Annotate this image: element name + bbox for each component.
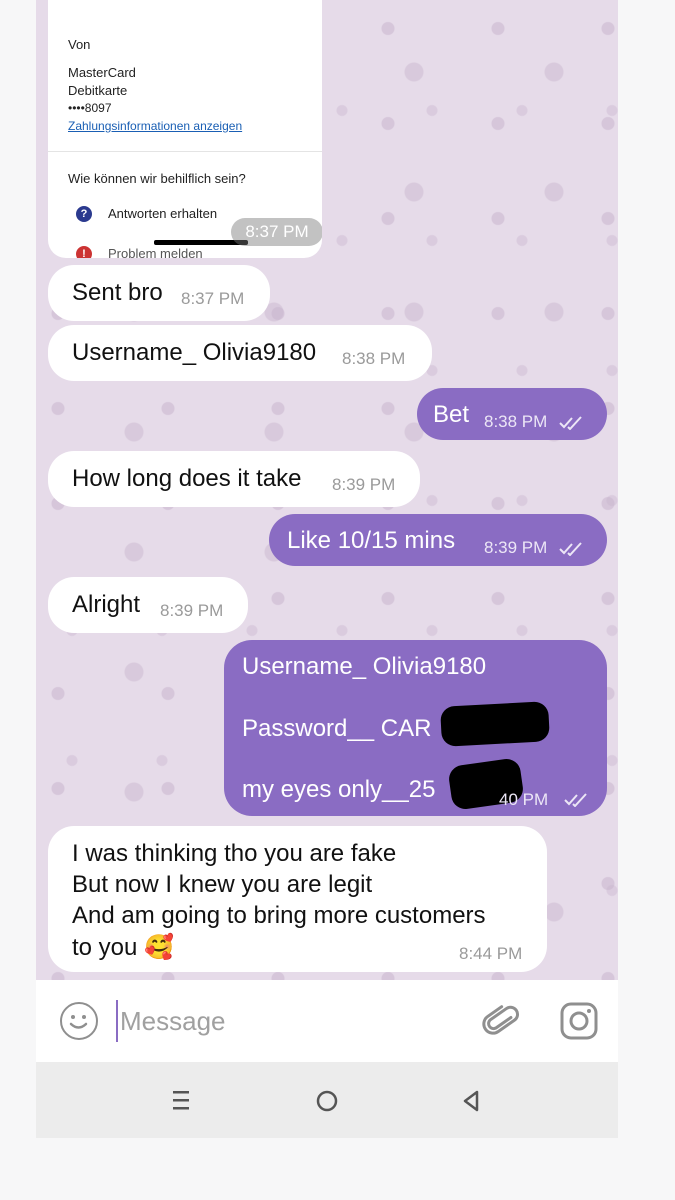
card-name: MasterCard: [68, 65, 136, 80]
message-line: Password__ CAR: [242, 715, 432, 742]
help-option-report[interactable]: Problem melden: [108, 246, 203, 258]
payment-info-link[interactable]: Zahlungsinformationen anzeigen: [68, 119, 242, 133]
double-check-icon: [564, 793, 587, 807]
message-text: Like 10/15 mins: [287, 527, 456, 554]
message-bubble-outgoing[interactable]: Like 10/15 mins 8:39 PM: [269, 514, 607, 566]
help-option-answers[interactable]: Antworten erhalten: [108, 206, 217, 221]
message-time: 8:39 PM: [484, 538, 548, 557]
message-bubble-incoming[interactable]: How long does it take 8:39 PM: [48, 451, 420, 507]
question-icon: ?: [76, 206, 92, 222]
alert-icon: !: [76, 246, 92, 258]
message-line: I was thinking tho you are fake: [72, 840, 397, 867]
recents-icon[interactable]: [166, 1086, 196, 1116]
message-text: Alright: [72, 591, 141, 618]
double-check-icon: [559, 542, 582, 556]
message-bubble-incoming[interactable]: Alright 8:39 PM: [48, 577, 248, 633]
chat-history[interactable]: Von MasterCard Debitkarte ••••8097 Zahlu…: [36, 0, 618, 980]
from-label: Von: [68, 37, 91, 52]
message-line: Username_ Olivia9180: [242, 653, 487, 680]
message-line: And am going to bring more customers: [72, 902, 486, 929]
system-navigation-bar: [36, 1062, 618, 1138]
message-time: 8:39 PM: [332, 475, 396, 494]
message-line: my eyes only__25: [242, 776, 436, 803]
message-line: to you 🥰: [72, 934, 174, 961]
message-time: 8:37 PM: [231, 218, 322, 246]
message-time: 8:38 PM: [342, 349, 406, 368]
message-text: How long does it take: [72, 465, 302, 492]
back-icon[interactable]: [456, 1086, 486, 1116]
paperclip-icon[interactable]: [482, 1002, 522, 1042]
message-bubble-incoming[interactable]: I was thinking tho you are fake But now …: [48, 826, 547, 972]
message-bubble-outgoing[interactable]: Bet 8:38 PM: [417, 388, 607, 440]
redaction-mark: [440, 701, 550, 747]
message-bubble-incoming[interactable]: Sent bro 8:37 PM: [48, 265, 270, 321]
phone-screen: Von MasterCard Debitkarte ••••8097 Zahlu…: [36, 0, 618, 1138]
smiley-icon[interactable]: [60, 1002, 98, 1040]
message-time: 8:38 PM: [484, 412, 548, 431]
message-line: But now I knew you are legit: [72, 871, 373, 898]
message-time: 40 PM: [499, 790, 549, 809]
message-time: 8:44 PM: [459, 944, 523, 963]
message-text: Username_ Olivia9180: [72, 339, 317, 366]
payment-receipt-card[interactable]: Von MasterCard Debitkarte ••••8097 Zahlu…: [48, 0, 322, 258]
home-icon[interactable]: [312, 1086, 342, 1116]
card-type: Debitkarte: [68, 83, 128, 98]
message-time: 8:37 PM: [181, 289, 245, 308]
message-text: Bet: [433, 401, 470, 428]
message-bubble-outgoing[interactable]: Username_ Olivia9180 Password__ CAR my e…: [224, 640, 607, 816]
card-number: ••••8097: [68, 101, 112, 115]
message-input[interactable]: [116, 1000, 446, 1042]
double-check-icon: [559, 416, 582, 430]
instagram-camera-icon[interactable]: [560, 1002, 598, 1040]
message-bubble-incoming[interactable]: Username_ Olivia9180 8:38 PM: [48, 325, 432, 381]
message-composer: [36, 980, 618, 1062]
message-time: 8:39 PM: [160, 601, 224, 620]
help-title: Wie können wir behilflich sein?: [68, 171, 246, 186]
message-text: Sent bro: [72, 279, 163, 306]
card-divider: [48, 151, 322, 152]
